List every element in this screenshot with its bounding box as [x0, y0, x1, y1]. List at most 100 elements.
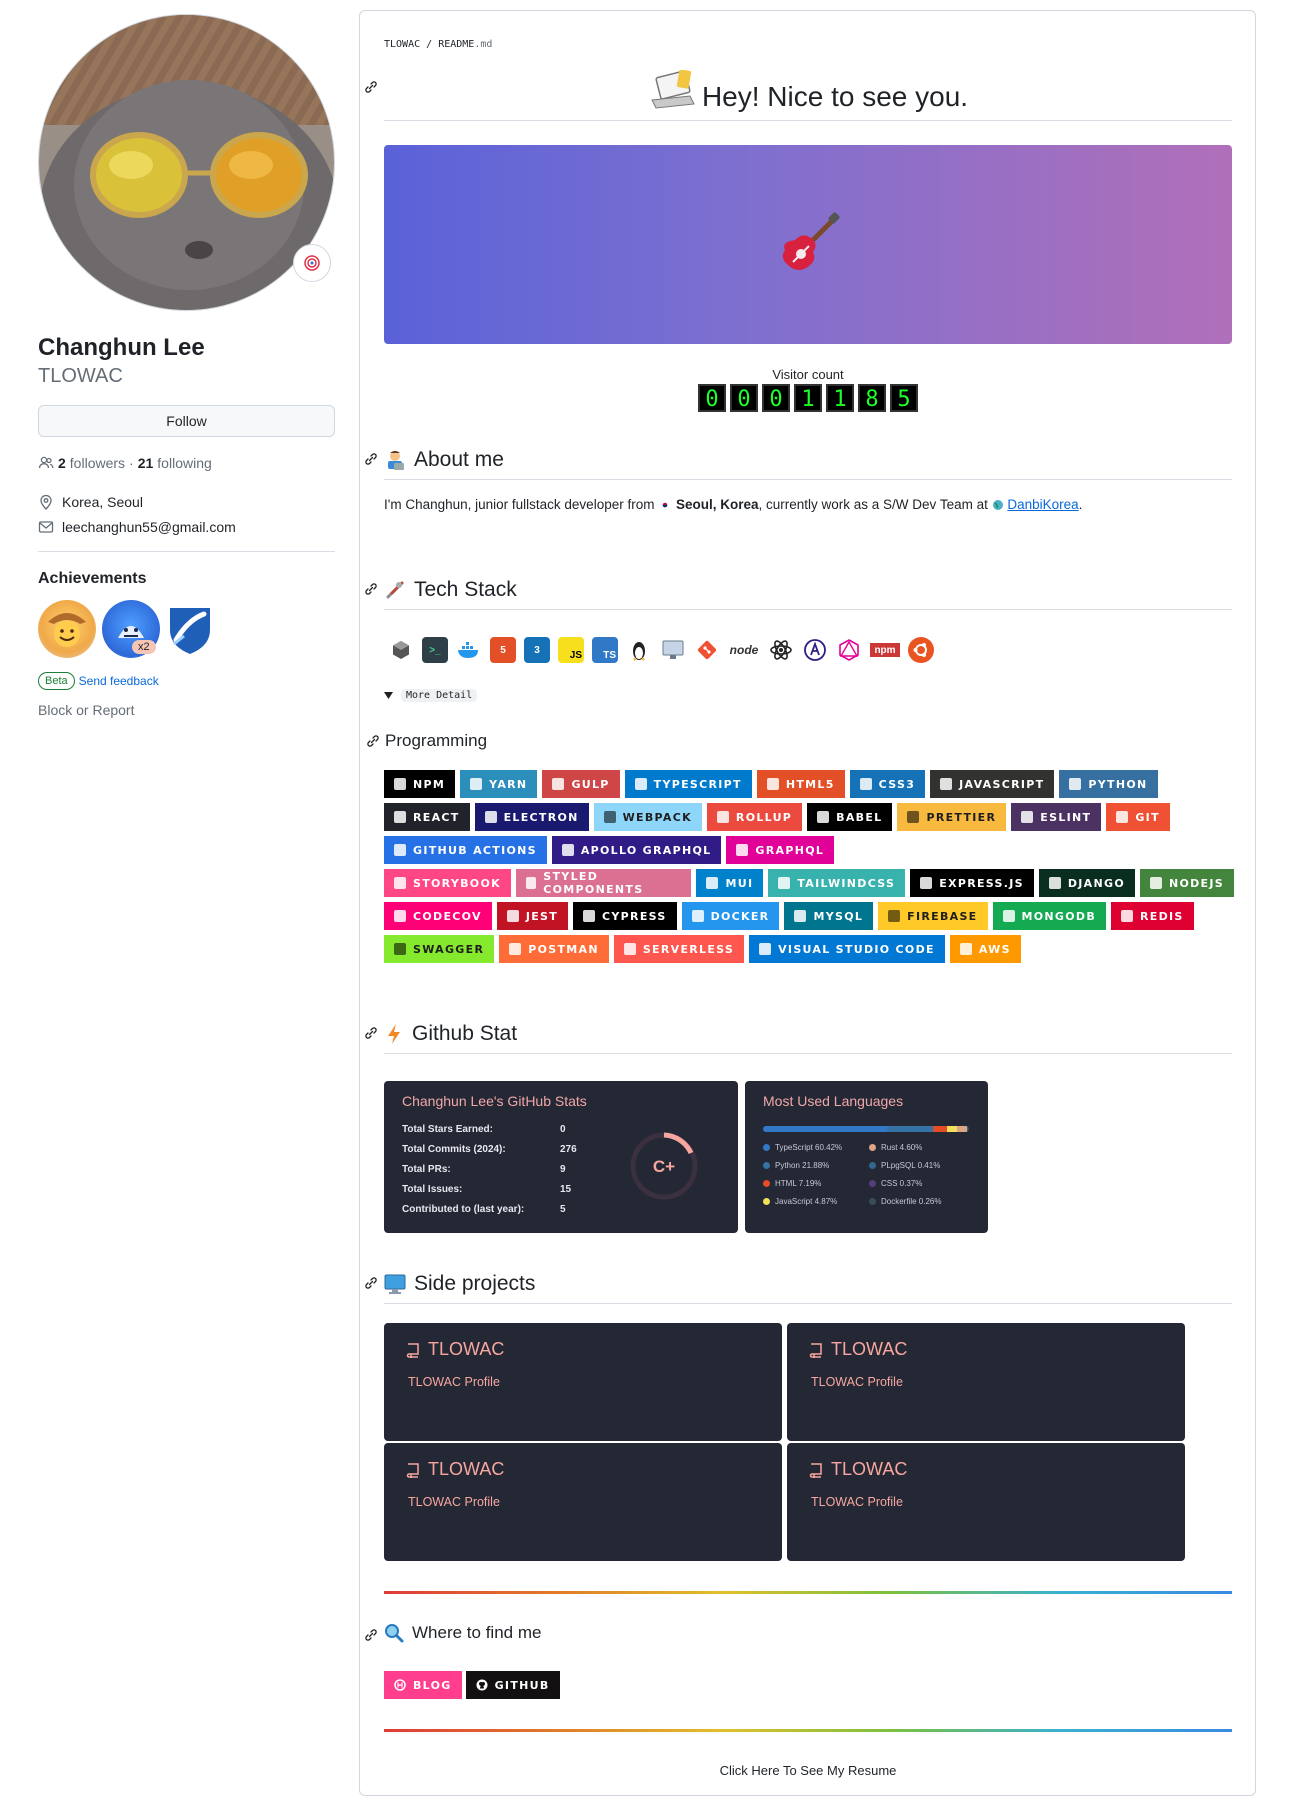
project-card[interactable]: TLOWAC TLOWAC Profile	[787, 1323, 1185, 1441]
technologist-icon	[388, 451, 404, 470]
shield-badge-serverless[interactable]: SERVERLESS	[613, 935, 745, 963]
achievement-badge-cowboy[interactable]	[38, 600, 96, 658]
readme-path-sep: /	[420, 39, 439, 50]
shield-badge-babel[interactable]: BABEL	[807, 803, 893, 831]
legend-label: PLpgSQL 0.41%	[881, 1161, 941, 1170]
stats-row: Total Issues: 15	[402, 1179, 577, 1199]
shield-badge-react[interactable]: REACT	[384, 803, 470, 831]
shield-label: MUI	[725, 876, 754, 890]
shield-badge-mysql[interactable]: MYSQL	[784, 902, 874, 930]
shield-row: REACT ELECTRON WEBPACK ROLLUP BABEL PRETTIER E…	[384, 803, 1234, 831]
shield-badge-prettier[interactable]: PRETTIER	[897, 803, 1007, 831]
shield-badge-postman[interactable]: POSTMAN	[499, 935, 609, 963]
nodejs-icon	[1149, 877, 1162, 889]
shield-badge-aws[interactable]: AWS	[949, 935, 1021, 963]
more-detail-toggle[interactable]: More Detail	[384, 689, 478, 702]
link-icon[interactable]	[363, 451, 379, 467]
stats-value: 276	[560, 1143, 577, 1155]
shield-label: FIREBASE	[907, 909, 978, 923]
project-description: TLOWAC Profile	[811, 1375, 903, 1389]
shield-badge-npm[interactable]: NPM	[384, 770, 456, 798]
side-projects-title: Side projects	[414, 1272, 536, 1295]
rainbow-divider	[384, 1591, 1232, 1594]
shield-badge-tailwindcss[interactable]: TAILWINDCSS	[768, 869, 906, 897]
shield-badge-yarn[interactable]: YARN	[460, 770, 538, 798]
shield-badge-graphql[interactable]: GRAPHQL	[726, 836, 835, 864]
yarn-icon	[470, 778, 483, 790]
shield-label: DJANGO	[1067, 876, 1125, 890]
achievement-badge-shark[interactable]: x2	[102, 600, 160, 658]
link-icon[interactable]	[363, 1627, 379, 1643]
shield-badge-mongodb[interactable]: MONGODB	[992, 902, 1106, 930]
shield-badge-git[interactable]: GIT	[1106, 803, 1170, 831]
shield-badge-eslint[interactable]: ESLINT	[1011, 803, 1102, 831]
stats-value: 0	[560, 1123, 566, 1135]
express-js-icon	[920, 877, 933, 889]
follow-button[interactable]: Follow	[38, 405, 335, 437]
shield-badge-css3[interactable]: CSS3	[849, 770, 926, 798]
shield-badge-webpack[interactable]: WEBPACK	[593, 803, 702, 831]
send-feedback-link[interactable]: Send feedback	[79, 674, 159, 688]
resume-link[interactable]: Click Here To See My Resume	[384, 1763, 1232, 1778]
shield-badge-gulp[interactable]: GULP	[542, 770, 620, 798]
about-text: I'm Changhun, junior fullstack developer…	[384, 497, 1082, 512]
shield-label: POSTMAN	[528, 942, 599, 956]
readme-owner[interactable]: TLOWAC	[384, 39, 420, 50]
shield-badge-redis[interactable]: REDIS	[1111, 902, 1194, 930]
followers-count[interactable]: 2	[58, 455, 66, 471]
shield-badge-cypress[interactable]: CYPRESS	[573, 902, 677, 930]
shield-badge-codecov[interactable]: CODECOV	[384, 902, 492, 930]
link-icon[interactable]	[363, 1025, 379, 1041]
language-legend-item: PLpgSQL 0.41%	[869, 1161, 940, 1170]
language-bar-segment	[968, 1126, 969, 1132]
following-link[interactable]: following	[157, 455, 211, 471]
shield-badge-docker[interactable]: DOCKER	[681, 902, 780, 930]
stats-value: 15	[560, 1183, 572, 1195]
email-link[interactable]: leechanghun55@gmail.com	[62, 519, 236, 535]
link-icon[interactable]	[363, 1275, 379, 1291]
block-report-link[interactable]: Block or Report	[38, 702, 335, 718]
shield-badge-express-js[interactable]: EXPRESS.JS	[910, 869, 1034, 897]
shield-badge-swagger[interactable]: SWAGGER	[384, 935, 495, 963]
shield-badge-rollup[interactable]: ROLLUP	[706, 803, 803, 831]
shield-badge-github-actions[interactable]: GITHUB ACTIONS	[384, 836, 547, 864]
shield-badge-electron[interactable]: ELECTRON	[474, 803, 589, 831]
shield-badge-mui[interactable]: MUI	[696, 869, 764, 897]
visitor-digit: 8	[858, 384, 886, 412]
project-card[interactable]: TLOWAC TLOWAC Profile	[384, 1323, 782, 1441]
shield-badge-javascript[interactable]: JAVASCRIPT	[930, 770, 1055, 798]
shield-badge-storybook[interactable]: STORYBOOK	[384, 869, 511, 897]
company-link[interactable]: DanbiKorea	[1007, 497, 1078, 512]
npm-icon	[394, 778, 406, 790]
shield-label: REACT	[413, 810, 460, 824]
following-count[interactable]: 21	[138, 455, 154, 471]
monitor-icon	[660, 637, 686, 663]
github-badge[interactable]: GITHUB	[465, 1671, 560, 1699]
shield-badge-apollo-graphql[interactable]: APOLLO GRAPHQL	[551, 836, 722, 864]
link-icon[interactable]	[363, 581, 379, 597]
project-card[interactable]: TLOWAC TLOWAC Profile	[384, 1443, 782, 1561]
shield-row: GITHUB ACTIONS APOLLO GRAPHQL GRAPHQL	[384, 836, 1234, 864]
shield-badge-python[interactable]: PYTHON	[1059, 770, 1158, 798]
shield-badge-visual-studio-code[interactable]: VISUAL STUDIO CODE	[749, 935, 945, 963]
blog-badge[interactable]: BLOG	[384, 1671, 462, 1699]
avatar[interactable]	[38, 14, 335, 311]
repo-icon	[406, 1342, 419, 1358]
shield-label: GRAPHQL	[755, 843, 825, 857]
shield-badge-typescript[interactable]: TYPESCRIPT	[624, 770, 752, 798]
github-stat-title: Github Stat	[412, 1022, 518, 1045]
shield-badge-nodejs[interactable]: NODEJS	[1139, 869, 1234, 897]
languages-bar	[763, 1126, 969, 1132]
project-card[interactable]: TLOWAC TLOWAC Profile	[787, 1443, 1185, 1561]
achievement-badge-shield[interactable]	[166, 600, 214, 658]
shield-badge-firebase[interactable]: FIREBASE	[878, 902, 988, 930]
followers-link[interactable]: followers	[70, 455, 125, 471]
shield-badge-django[interactable]: DJANGO	[1038, 869, 1135, 897]
shield-badge-jest[interactable]: JEST	[496, 902, 569, 930]
badge-multiplier: x2	[132, 640, 156, 654]
shield-badge-styled-components[interactable]: STYLED COMPONENTS	[515, 869, 692, 897]
shield-badge-html5[interactable]: HTML5	[756, 770, 845, 798]
link-icon[interactable]	[365, 733, 381, 749]
status-emoji-button[interactable]	[293, 244, 331, 282]
link-icon[interactable]	[363, 79, 379, 95]
